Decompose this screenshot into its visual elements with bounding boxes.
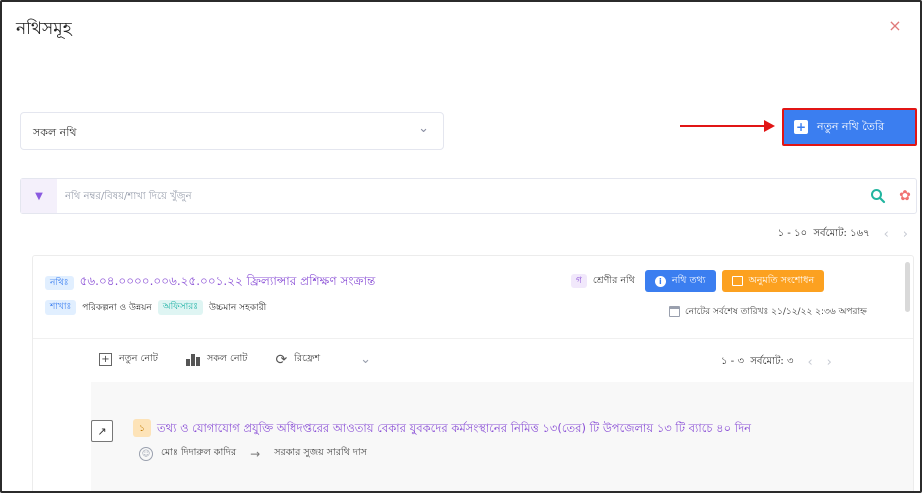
branch-value: পরিকল্পনা ও উন্নয়ন (82, 303, 152, 313)
chevron-down-icon[interactable]: ⌄ (360, 352, 371, 367)
file-actions: গ শ্রেণীর নথি i নথি তথ্য অনুমতি সংশোধন (571, 270, 825, 292)
file-header-row: নথিঃ ৫৬.০৪.০০০০.০০৬.২৫.০০১.২২ ফ্রিল্যান্… (45, 273, 375, 293)
notes-toolbar: + নতুন নোট সকল নোট ⟳ রিফ্রেশ ⌄ (99, 352, 371, 367)
modal-dialog: নথিসমূহ × সকল নথি ⌄ + নতুন নথি তৈরি ▼ ✿ … (0, 0, 922, 493)
permission-edit-label: অনুমতি সংশোধন (748, 274, 815, 286)
all-notes-label: সকল নোট (206, 353, 248, 364)
search-input[interactable] (65, 185, 825, 207)
annotation-arrow-line (680, 125, 766, 127)
plus-icon: + (99, 353, 112, 366)
arrow-right-icon: → (250, 446, 261, 461)
last-note-text: নোটের সর্বশেষ তারিখঃ ২১/১২/২২ ২:৩৬ অপরাহ… (685, 307, 867, 317)
file-list-panel: নথিঃ ৫৬.০৪.০০০০.০০৬.২৫.০০১.২২ ফ্রিল্যান্… (32, 255, 914, 491)
new-file-button[interactable]: + নতুন নথি তৈরি (782, 108, 917, 146)
notes-pagination-range: ১ - ৩ সর্বমোট: ৩ (721, 356, 794, 367)
add-file-icon: + (794, 120, 808, 134)
chevron-down-icon: ⌄ (418, 121, 429, 136)
close-icon[interactable]: × (882, 12, 908, 38)
new-note-button[interactable]: + নতুন নোট (99, 352, 158, 367)
filter-selected-value: সকল নথি (33, 126, 77, 139)
refresh-icon: ⟳ (275, 351, 288, 368)
new-note-label: নতুন নোট (119, 353, 158, 364)
next-page-icon[interactable]: › (903, 227, 908, 242)
files-pagination: ১ - ১০ সর্বমোট: ১৬৭ ‹ › (778, 226, 908, 243)
all-notes-button[interactable]: সকল নোট (185, 352, 248, 367)
next-page-icon[interactable]: › (827, 355, 832, 370)
calendar-icon (669, 306, 680, 317)
category-text: শ্রেণীর নথি (592, 274, 635, 286)
new-file-label: নতুন নথি তৈরি (817, 119, 885, 133)
officer-tag: অফিসারঃ (157, 300, 204, 315)
advanced-search-toggle[interactable]: ▼ (21, 179, 57, 213)
file-title-link[interactable]: ৫৬.০৪.০০০০.০০৬.২৫.০০১.২২ ফ্রিল্যান্সার প… (80, 273, 376, 293)
search-icon[interactable] (866, 184, 890, 208)
scrollbar[interactable] (905, 262, 910, 312)
last-note-date: নোটের সর্বশেষ তারিখঃ ২১/১২/২২ ২:৩৬ অপরাহ… (669, 304, 867, 319)
category-tag: গ (571, 273, 587, 289)
modal-title: নথিসমূহ (16, 19, 72, 39)
refresh-button[interactable]: ⟳ রিফ্রেশ (275, 352, 320, 367)
file-number-tag: নথিঃ (45, 275, 74, 291)
file-filter-select[interactable]: সকল নথি ⌄ (20, 112, 444, 150)
permission-icon (731, 276, 743, 286)
branch-tag: শাখাঃ (45, 300, 77, 315)
note-number-badge: ১ (133, 419, 151, 437)
notes-pagination: ১ - ৩ সর্বমোট: ৩ ‹ › (721, 354, 832, 371)
note-to: সরকার সুজয় সারথি দাস (274, 447, 367, 458)
annotation-arrow-head (764, 120, 775, 132)
pagination-range: ১ - ১০ সর্বমোট: ১৬৭ (777, 228, 870, 239)
note-from: মোঃ দিদারুল কাদির (161, 447, 237, 458)
divider (33, 338, 913, 339)
prev-page-icon[interactable]: ‹ (807, 355, 812, 370)
file-details-row: শাখাঃ পরিকল্পনা ও উন্নয়ন অফিসারঃ উচ্চমা… (45, 300, 266, 315)
prev-page-icon[interactable]: ‹ (884, 227, 889, 242)
info-icon: i (654, 275, 666, 287)
permission-edit-button[interactable]: অনুমতি সংশোধন (721, 270, 825, 292)
note-meta: ☺ মোঃ দিদারুল কাদির → সরকার সুজয় সারথি … (139, 446, 367, 461)
reset-icon[interactable]: ✿ (893, 184, 917, 208)
expand-icon[interactable]: ↗ (91, 420, 113, 442)
search-bar: ▼ ✿ (20, 178, 917, 214)
officer-value: উচ্চমান সহকারী (209, 303, 267, 313)
file-info-button[interactable]: i নথি তথ্য (644, 270, 716, 292)
file-info-label: নথি তথ্য (671, 274, 706, 286)
refresh-label: রিফ্রেশ (294, 353, 321, 364)
note-title-link[interactable]: তথ্য ও যোগাযোগ প্রযুক্তি অধিদপ্তরের আওতা… (157, 420, 751, 439)
notes-stack-icon (185, 353, 200, 366)
user-icon: ☺ (139, 446, 153, 461)
